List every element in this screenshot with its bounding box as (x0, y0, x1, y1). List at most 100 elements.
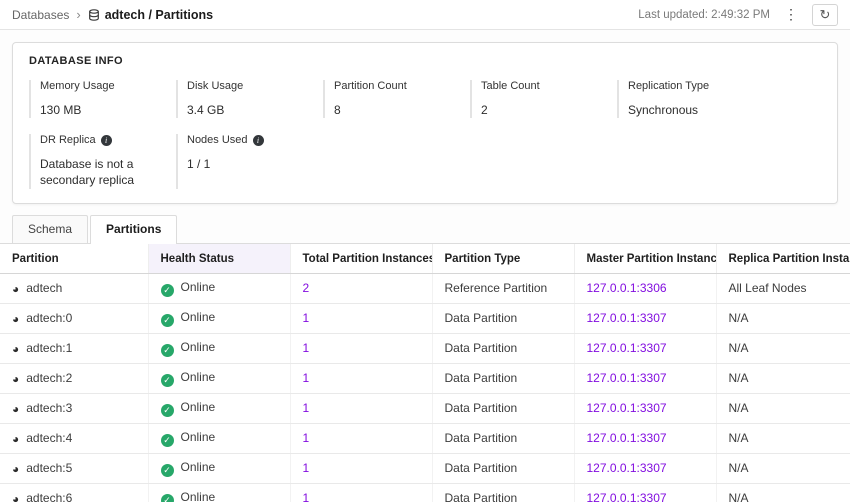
partition-cell: ◕adtech:4 (0, 423, 148, 453)
master-instance-link[interactable]: 127.0.0.1:3307 (587, 371, 667, 385)
partition-icon: ◕ (12, 312, 19, 326)
instances-link[interactable]: 1 (303, 461, 310, 475)
metric-table-count: Table Count 2 (470, 80, 617, 118)
tab-schema[interactable]: Schema (12, 215, 88, 243)
info-icon[interactable]: i (101, 135, 112, 146)
replica-instance: N/A (716, 483, 850, 502)
table-row[interactable]: ◕adtech:6 ✓Online 1 Data Partition 127.0… (0, 483, 850, 502)
health-label: Online (181, 430, 216, 444)
master-instance-link[interactable]: 127.0.0.1:3307 (587, 431, 667, 445)
metric-label: Partition Count (334, 80, 456, 93)
card-title: DATABASE INFO (29, 55, 821, 67)
table-row[interactable]: ◕adtech:2 ✓Online 1 Data Partition 127.0… (0, 363, 850, 393)
health-label: Online (181, 310, 216, 324)
instances-link[interactable]: 2 (303, 281, 310, 295)
upper-section: DATABASE INFO Memory Usage 130 MB Disk U… (0, 30, 850, 243)
metric-nodes-used: Nodes Used i 1 / 1 (176, 134, 323, 188)
partition-cell: ◕ adtech:3 (0, 393, 148, 423)
table-row[interactable]: ◕adtech:0 ✓Online 1 Data Partition 127.0… (0, 303, 850, 333)
last-updated-text: Last updated: 2:49:32 PM (638, 9, 770, 21)
metrics-row-1: Memory Usage 130 MB Disk Usage 3.4 GB Pa… (29, 80, 821, 118)
column-header-master-partition-instance[interactable]: Master Partition Instance ... (574, 244, 716, 274)
metric-dr-replica: DR Replica i Database is not a secondary… (29, 134, 176, 188)
tab-partitions[interactable]: Partitions (90, 215, 177, 244)
partition-cell: ◕ adtech:6 (0, 483, 148, 502)
online-check-icon: ✓ (161, 284, 174, 297)
online-check-icon: ✓ (161, 404, 174, 417)
partition-cell: ◕ adtech:0 (0, 303, 148, 333)
column-header-partition-type[interactable]: Partition Type (432, 244, 574, 274)
partition-icon: ◕ (12, 402, 19, 416)
metric-value: 130 MB (40, 102, 162, 118)
health-cell: ✓Online (148, 363, 290, 393)
instances-link[interactable]: 1 (303, 401, 310, 415)
table-row[interactable]: ◕adtech:4 ✓ Online 1 Data Partition 127.0… (0, 423, 850, 453)
health-cell: ✓Online (148, 303, 290, 333)
replica-instance: N/A (716, 453, 850, 483)
column-header-total-partition-instances[interactable]: Total Partition Instances (290, 244, 432, 274)
health-cell: ✓Online (148, 273, 290, 303)
online-check-icon: ✓ (161, 344, 174, 357)
master-instance-link[interactable]: 127.0.0.1:3307 (587, 491, 667, 502)
metric-replication-type: Replication Type Synchronous (617, 80, 764, 118)
table-header-row: Partition Health Status Total Partition … (0, 244, 850, 274)
metric-label: Disk Usage (187, 80, 309, 93)
health-cell: ✓Online (148, 393, 290, 423)
master-instance-link[interactable]: 127.0.0.1:3307 (587, 341, 667, 355)
replica-instance: N/A (716, 423, 850, 453)
metric-label: Replication Type (628, 80, 750, 93)
master-instance-link[interactable]: 127.0.0.1:3307 (587, 461, 667, 475)
replica-instance: N/A (716, 333, 850, 363)
breadcrumb-root-databases[interactable]: Databases (12, 8, 69, 22)
partition-type: Data Partition (432, 393, 574, 423)
column-header-replica-partition-instance[interactable]: Replica Partition Instance ... (716, 244, 850, 274)
table-row[interactable]: ◕ adtech:3 ✓Online 1 Data Partition 127.0… (0, 393, 850, 423)
metric-label: Table Count (481, 80, 603, 93)
column-header-partition[interactable]: Partition (0, 244, 148, 274)
instances-link[interactable]: 1 (303, 431, 310, 445)
kebab-menu-button[interactable]: ⋮ (780, 4, 802, 25)
master-instance-link[interactable]: 127.0.0.1:3306 (587, 281, 667, 295)
metric-disk-usage: Disk Usage 3.4 GB (176, 80, 323, 118)
topbar-right: Last updated: 2:49:32 PM ⋮ ↻ (638, 4, 838, 26)
partition-name: adtech:3 (26, 401, 72, 415)
health-label: Online (181, 490, 216, 502)
partition-icon: ◕ (12, 492, 19, 502)
instances-link[interactable]: 1 (303, 371, 310, 385)
partition-type: Data Partition (432, 423, 574, 453)
master-instance-link[interactable]: 127.0.0.1:3307 (587, 311, 667, 325)
partition-name: adtech:0 (26, 311, 72, 325)
partition-name: adtech:2 (26, 371, 72, 385)
health-cell: ✓Online (148, 453, 290, 483)
info-icon[interactable]: i (253, 135, 264, 146)
instances-link[interactable]: 1 (303, 491, 310, 502)
table-row[interactable]: ◕adtech:1 ✓Online 1 Data Partition 127.0… (0, 333, 850, 363)
table-row[interactable]: ◕adtech ✓Online 2 Reference Partition 12… (0, 273, 850, 303)
column-header-health-status[interactable]: Health Status (148, 244, 290, 274)
partitions-table-container: Partition Health Status Total Partition … (0, 243, 850, 502)
master-instance-link[interactable]: 127.0.0.1:3307 (587, 401, 667, 415)
instances-link[interactable]: 1 (303, 311, 310, 325)
replica-instance: N/A (716, 393, 850, 423)
page: Databases › adtech / Partitions Last upd… (0, 0, 850, 502)
partition-name: adtech:5 (26, 461, 72, 475)
health-label: Online (181, 370, 216, 384)
partition-name: adtech:6 (26, 491, 72, 502)
health-cell: ✓Online (148, 483, 290, 502)
metric-memory-usage: Memory Usage 130 MB (29, 80, 176, 118)
partition-icon: ◕ (12, 372, 19, 386)
instances-link[interactable]: 1 (303, 341, 310, 355)
topbar: Databases › adtech / Partitions Last upd… (0, 0, 850, 30)
online-check-icon: ✓ (161, 434, 174, 447)
metric-value: 8 (334, 102, 456, 118)
partition-type: Data Partition (432, 333, 574, 363)
health-cell: ✓ Online (148, 423, 290, 453)
partition-type: Data Partition (432, 453, 574, 483)
refresh-button[interactable]: ↻ (812, 4, 838, 26)
partition-name: adtech (26, 281, 62, 295)
online-check-icon: ✓ (161, 464, 174, 477)
breadcrumb-separator-icon: › (76, 7, 80, 22)
table-row[interactable]: ◕adtech:5 ✓Online 1 Data Partition 127.0… (0, 453, 850, 483)
database-icon (88, 9, 100, 21)
partition-name: adtech:1 (26, 341, 72, 355)
